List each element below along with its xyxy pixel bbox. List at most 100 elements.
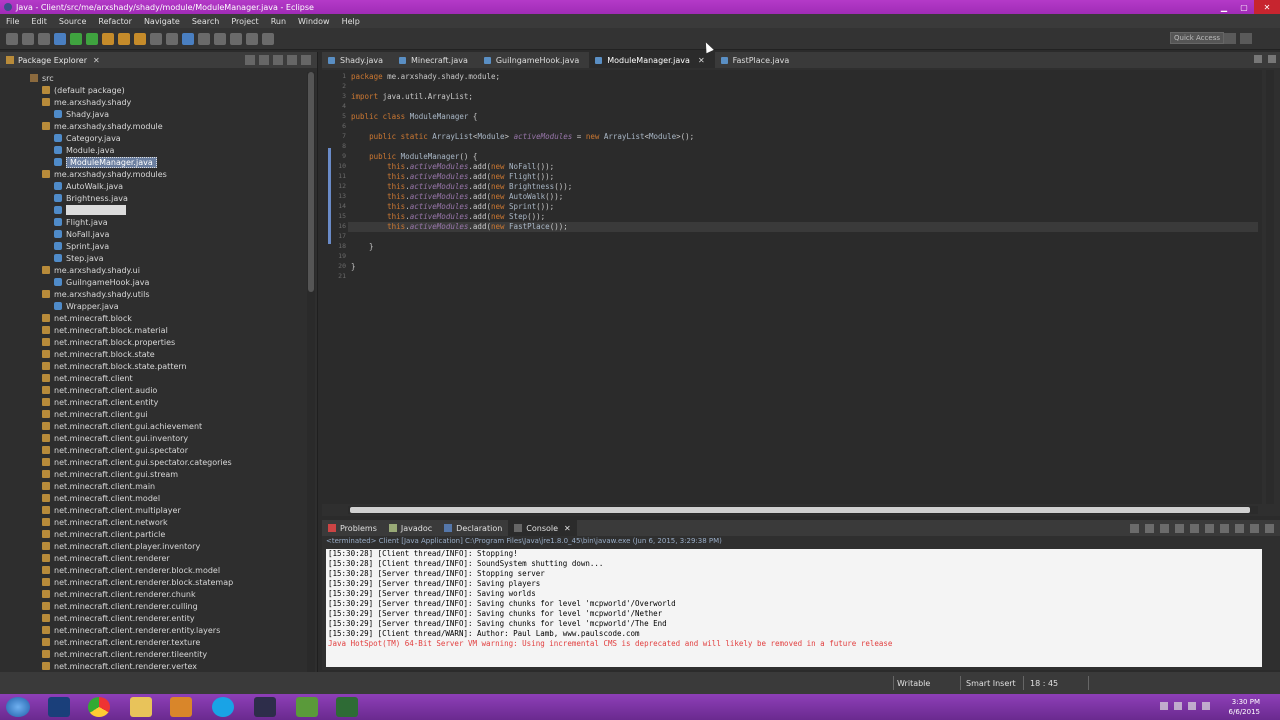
tree-package-item[interactable]: net.minecraft.client.renderer.block.mode…	[0, 564, 317, 576]
line-number-gutter[interactable]: 1 2 3 4 5 6 7 8 9 10 11 12 13 14 15 16 17 18 19 20 21	[322, 70, 348, 504]
console-scrollbar[interactable]	[1266, 549, 1274, 667]
tree-package-item[interactable]: me.arxshady.shady.ui	[0, 264, 317, 276]
flag-icon[interactable]	[1202, 702, 1210, 710]
editor-vertical-scrollbar[interactable]	[1266, 70, 1274, 504]
maximize-button[interactable]: ▢	[1234, 0, 1254, 14]
tree-file-item[interactable]	[0, 204, 317, 216]
new-icon[interactable]	[6, 32, 18, 45]
tree-package-item[interactable]: net.minecraft.client.renderer.entity.lay…	[0, 624, 317, 636]
tray-arrow-icon[interactable]	[1160, 702, 1168, 710]
tree-package-item[interactable]: net.minecraft.client.renderer.tileentity	[0, 648, 317, 660]
tree-package-item[interactable]: me.arxshady.shady.utils	[0, 288, 317, 300]
tree-file-item[interactable]: Flight.java	[0, 216, 317, 228]
minimize-view-icon[interactable]	[287, 55, 297, 65]
previous-annotation-icon[interactable]	[214, 32, 226, 45]
back-icon[interactable]	[246, 32, 258, 45]
collapse-all-icon[interactable]	[245, 55, 255, 65]
tree-package-item[interactable]: net.minecraft.block.properties	[0, 336, 317, 348]
tree-package-item[interactable]: net.minecraft.client.gui.inventory	[0, 432, 317, 444]
minimize-button[interactable]: ▁	[1214, 0, 1234, 14]
debug-icon[interactable]	[54, 32, 66, 45]
eclipse-taskbar-icon[interactable]	[254, 697, 276, 717]
next-annotation-icon[interactable]	[198, 32, 210, 45]
tree-package-item[interactable]: net.minecraft.client.particle	[0, 528, 317, 540]
remove-all-icon[interactable]	[1160, 524, 1169, 533]
console-output[interactable]: [15:30:28] [Client thread/INFO]: Stoppin…	[326, 549, 1262, 667]
scroll-lock-icon[interactable]	[1175, 524, 1184, 533]
java-perspective-icon[interactable]	[1240, 33, 1252, 44]
minimize-editor-icon[interactable]	[1254, 55, 1262, 63]
terminate-icon[interactable]	[1130, 524, 1139, 533]
tree-package-item[interactable]: me.arxshady.shady.modules	[0, 168, 317, 180]
tree-package-item[interactable]: net.minecraft.client.gui.spectator	[0, 444, 317, 456]
menu-item-project[interactable]: Project	[225, 17, 264, 26]
new-java-project-icon[interactable]	[102, 32, 114, 45]
console-tab-declaration[interactable]: Declaration	[438, 520, 508, 536]
tree-package-item[interactable]: net.minecraft.client.entity	[0, 396, 317, 408]
menu-item-refactor[interactable]: Refactor	[92, 17, 138, 26]
editor-horizontal-scrollbar[interactable]	[348, 506, 1258, 514]
external-tools-icon[interactable]	[86, 32, 98, 45]
menu-item-edit[interactable]: Edit	[25, 17, 53, 26]
console-tab-javadoc[interactable]: Javadoc	[383, 520, 438, 536]
media-player-icon[interactable]	[170, 697, 192, 717]
close-window-button[interactable]: ✕	[1254, 0, 1280, 14]
menu-item-file[interactable]: File	[0, 17, 25, 26]
tree-package-item[interactable]: (default package)	[0, 84, 317, 96]
tree-file-item[interactable]: Module.java	[0, 144, 317, 156]
tree-file-item[interactable]: Step.java	[0, 252, 317, 264]
network-icon[interactable]	[1174, 702, 1182, 710]
console-tab-problems[interactable]: Problems	[322, 520, 383, 536]
menu-item-navigate[interactable]: Navigate	[138, 17, 186, 26]
toggle-mark-icon[interactable]	[182, 32, 194, 45]
volume-icon[interactable]	[1188, 702, 1196, 710]
console-tab-console[interactable]: Console ✕	[508, 520, 577, 536]
tree-package-item[interactable]: net.minecraft.block.state.pattern	[0, 360, 317, 372]
tree-package-item[interactable]: net.minecraft.client.renderer.culling	[0, 600, 317, 612]
close-tab-icon[interactable]: ✕	[698, 56, 705, 65]
tree-file-item[interactable]: NoFall.java	[0, 228, 317, 240]
link-with-editor-icon[interactable]	[259, 55, 269, 65]
new-package-icon[interactable]	[118, 32, 130, 45]
tree-file-item[interactable]: Sprint.java	[0, 240, 317, 252]
code-editor[interactable]: 1 2 3 4 5 6 7 8 9 10 11 12 13 14 15 16 17 18 19 20 21 package…	[322, 70, 1262, 504]
tree-package-item[interactable]: me.arxshady.shady.module	[0, 120, 317, 132]
skype-icon[interactable]	[212, 697, 234, 717]
tree-package-item[interactable]: net.minecraft.client.model	[0, 492, 317, 504]
tree-package-item[interactable]: net.minecraft.client.renderer.block.stat…	[0, 576, 317, 588]
close-tab-icon[interactable]: ✕	[564, 524, 571, 533]
menu-item-search[interactable]: Search	[186, 17, 225, 26]
editor-tab[interactable]: Shady.java	[322, 52, 393, 68]
open-type-icon[interactable]	[150, 32, 162, 45]
word-wrap-icon[interactable]	[1190, 524, 1199, 533]
minimize-view-icon[interactable]	[1250, 524, 1259, 533]
tree-package-item[interactable]: me.arxshady.shady	[0, 96, 317, 108]
tree-package-item[interactable]: net.minecraft.client.player.inventory	[0, 540, 317, 552]
minecraft-icon[interactable]	[296, 697, 318, 717]
tree-package-item[interactable]: net.minecraft.client.gui.spectator.categ…	[0, 456, 317, 468]
forward-icon[interactable]	[262, 32, 274, 45]
tree-file-item[interactable]: Wrapper.java	[0, 300, 317, 312]
tree-package-item[interactable]: net.minecraft.block.material	[0, 324, 317, 336]
editor-tab[interactable]: FastPlace.java	[715, 52, 800, 68]
rename-input[interactable]	[66, 205, 126, 215]
tree-package-item[interactable]: net.minecraft.client.gui	[0, 408, 317, 420]
print-icon[interactable]	[38, 32, 50, 45]
file-explorer-icon[interactable]	[130, 697, 152, 717]
tree-package-item[interactable]: net.minecraft.client.renderer.chunk	[0, 588, 317, 600]
start-button[interactable]	[6, 697, 30, 717]
run-icon[interactable]	[70, 32, 82, 45]
new-class-icon[interactable]	[134, 32, 146, 45]
tree-file-item[interactable]: GuiIngameHook.java	[0, 276, 317, 288]
tree-package-item[interactable]: net.minecraft.client.audio	[0, 384, 317, 396]
tree-file-item[interactable]: Shady.java	[0, 108, 317, 120]
tree-package-item[interactable]: net.minecraft.client.renderer	[0, 552, 317, 564]
search-icon[interactable]	[166, 32, 178, 45]
tree-file-item[interactable]: Brightness.java	[0, 192, 317, 204]
tree-package-item[interactable]: net.minecraft.client.renderer.entity	[0, 612, 317, 624]
editor-tab[interactable]: Minecraft.java	[393, 52, 478, 68]
launcher-icon[interactable]	[48, 697, 70, 717]
tree-package-item[interactable]: net.minecraft.client.renderer.texture	[0, 636, 317, 648]
menu-item-window[interactable]: Window	[292, 17, 336, 26]
package-explorer-scrollbar[interactable]	[307, 72, 315, 672]
